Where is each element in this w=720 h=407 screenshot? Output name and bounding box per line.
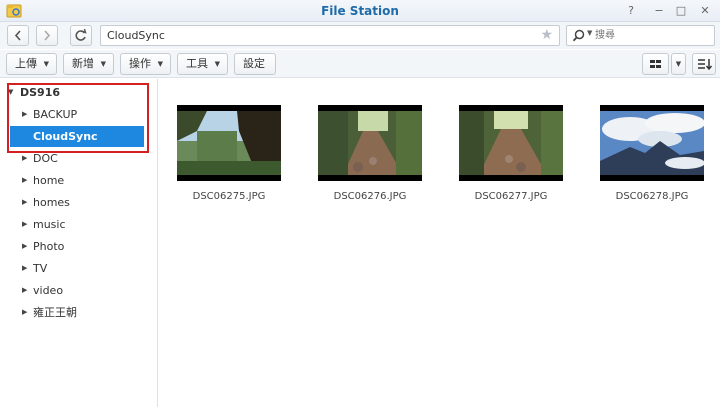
tree-item-label: TV [33, 262, 48, 275]
close-button[interactable]: ✕ [697, 3, 713, 19]
tree-item-tv[interactable]: ▶ TV [0, 258, 158, 279]
refresh-icon [75, 28, 87, 41]
search-input[interactable] [595, 28, 707, 43]
tree-item-label: video [33, 284, 64, 297]
view-mode-button[interactable] [642, 53, 669, 75]
path-text: CloudSync [107, 29, 165, 42]
tree-item-music[interactable]: ▶ music [0, 214, 158, 235]
file-name: DSC06278.JPG [615, 191, 689, 202]
back-button[interactable] [7, 25, 29, 46]
chevron-down-icon: ▼ [214, 60, 220, 68]
sort-button[interactable] [692, 53, 716, 75]
upload-button[interactable]: 上傳 ▼ [6, 53, 57, 75]
collapsed-arrow-icon[interactable]: ▶ [22, 302, 27, 323]
tree-item-yongzheng[interactable]: ▶ 雍正王朝 [0, 302, 158, 323]
file-name: DSC06275.JPG [192, 191, 266, 202]
grid-view-icon [650, 60, 661, 68]
action-toolbar: 上傳 ▼ 新增 ▼ 操作 ▼ 工具 ▼ 設定 ▼ [0, 50, 720, 78]
tree-item-label: Photo [33, 240, 65, 253]
new-button[interactable]: 新增 ▼ [63, 53, 114, 75]
annotation-highlight-box [7, 83, 149, 153]
minimize-button[interactable]: − [651, 3, 667, 19]
view-mode-dropdown[interactable]: ▼ [671, 53, 686, 75]
search-icon[interactable] [572, 29, 585, 45]
tools-button[interactable]: 工具 ▼ [177, 53, 228, 75]
tools-label: 工具 [186, 57, 208, 70]
photo-thumbnail[interactable] [459, 105, 563, 181]
collapsed-arrow-icon[interactable]: ▶ [22, 280, 27, 301]
file-name: DSC06276.JPG [333, 191, 407, 202]
settings-button[interactable]: 設定 [234, 53, 276, 75]
chevron-down-icon: ▼ [43, 60, 49, 68]
photo-thumbnail[interactable] [600, 105, 704, 181]
tree-item-homes[interactable]: ▶ homes [0, 192, 158, 213]
new-label: 新增 [72, 57, 94, 70]
settings-label: 設定 [243, 57, 265, 70]
photo-thumbnail[interactable] [177, 105, 281, 181]
photo-thumbnail[interactable] [318, 105, 422, 181]
tree-item-label: homes [33, 196, 70, 209]
chevron-left-icon [14, 30, 21, 41]
chevron-down-icon: ▼ [100, 60, 106, 68]
collapsed-arrow-icon[interactable]: ▶ [22, 258, 27, 279]
title-bar: File Station ? − □ ✕ [0, 0, 720, 22]
collapsed-arrow-icon[interactable]: ▶ [22, 192, 27, 213]
chevron-down-icon: ▼ [157, 60, 163, 68]
file-grid: DSC06275.JPG DSC06276.JPG DSC06277.JPG D… [159, 79, 720, 407]
action-button[interactable]: 操作 ▼ [120, 53, 171, 75]
action-label: 操作 [129, 57, 151, 70]
tree-item-label: 雍正王朝 [33, 306, 77, 319]
chevron-down-icon: ▼ [675, 60, 682, 68]
tree-item-label: music [33, 218, 66, 231]
window-title: File Station [321, 4, 399, 18]
upload-label: 上傳 [15, 57, 37, 70]
tree-item-home[interactable]: ▶ home [0, 170, 158, 191]
tree-item-video[interactable]: ▶ video [0, 280, 158, 301]
chevron-right-icon [44, 30, 51, 41]
file-name: DSC06277.JPG [474, 191, 548, 202]
sort-icon [698, 59, 713, 71]
tree-item-photo[interactable]: ▶ Photo [0, 236, 158, 257]
search-field[interactable]: ▼ [566, 25, 715, 46]
tree-item-label: home [33, 174, 65, 187]
collapsed-arrow-icon[interactable]: ▶ [22, 236, 27, 257]
star-icon[interactable]: ★ [540, 27, 553, 43]
navigation-bar: CloudSync ★ ▼ [0, 22, 720, 49]
collapsed-arrow-icon[interactable]: ▶ [22, 170, 27, 191]
chevron-down-icon[interactable]: ▼ [587, 29, 592, 37]
collapsed-arrow-icon[interactable]: ▶ [22, 214, 27, 235]
refresh-button[interactable] [70, 25, 92, 46]
forward-button[interactable] [36, 25, 58, 46]
path-field[interactable]: CloudSync ★ [100, 25, 560, 46]
help-button[interactable]: ? [623, 3, 639, 19]
folder-tree: ▼ DS916 ▶ BACKUP CloudSync ▶ DOC ▶ home … [0, 79, 158, 407]
maximize-button[interactable]: □ [673, 3, 689, 19]
